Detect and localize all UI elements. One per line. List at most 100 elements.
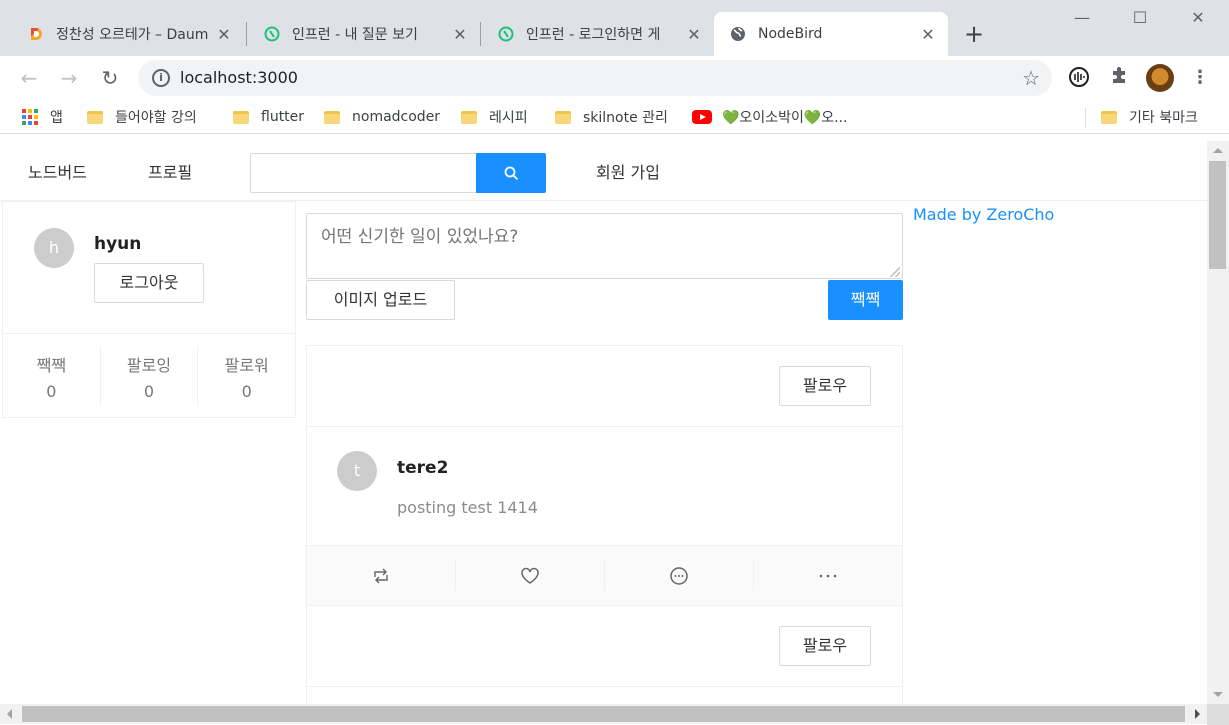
follow-button[interactable]: 팔로우 — [779, 366, 871, 406]
bookmark-other-folder[interactable]: 기타 북마크 — [1101, 107, 1198, 127]
inflearn-icon — [498, 26, 514, 42]
close-icon[interactable]: ✕ — [450, 25, 470, 44]
folder-icon — [1101, 110, 1117, 124]
tab-nodebird[interactable]: NodeBird ✕ — [714, 12, 948, 56]
more-button[interactable] — [754, 560, 902, 591]
folder-icon — [87, 110, 103, 124]
tab-title: 인프런 - 내 질문 보기 — [292, 27, 418, 43]
profile-avatar-icon[interactable] — [1146, 64, 1174, 92]
inflearn-icon — [264, 26, 280, 42]
bookmarks-bar: 앱 들어야할 강의 flutter nomadcoder 레시피 skilnot… — [0, 100, 1229, 134]
resize-grip-icon[interactable] — [890, 267, 900, 277]
scroll-down-arrow-icon[interactable] — [1213, 692, 1223, 697]
made-by-link[interactable]: Made by ZeroCho — [913, 205, 1054, 224]
bookmark-apps[interactable]: 앱 — [22, 107, 63, 127]
back-button[interactable]: ← — [17, 66, 41, 90]
post-actions — [307, 545, 902, 605]
forward-button[interactable]: → — [57, 66, 81, 90]
logout-button[interactable]: 로그아웃 — [94, 263, 204, 303]
ellipsis-icon — [819, 574, 837, 577]
stat-label: 팔로워 — [224, 356, 269, 375]
close-icon[interactable]: ✕ — [684, 25, 704, 44]
bookmark-label: 💚오이소박이💚오... — [722, 110, 848, 126]
vertical-scrollbar[interactable] — [1207, 141, 1229, 704]
bookmark-divider — [1085, 108, 1086, 128]
menu-home[interactable]: 노드버드 — [28, 159, 87, 183]
tab-title: 인프런 - 로그인하면 게 — [526, 27, 661, 43]
close-icon[interactable]: ✕ — [918, 25, 938, 44]
tab-strip: 정찬성 오르테가 – Daum ✕ 인프런 - 내 질문 보기 ✕ 인프런 - … — [0, 0, 1229, 56]
page-viewport: 노드버드 프로필 회원 가입 h hyun 로그아웃 짹짹 0 팔로잉 0 팔로… — [0, 141, 1207, 704]
bookmark-folder[interactable]: 들어야할 강의 — [87, 107, 197, 127]
stat-posts[interactable]: 짹짹 0 — [3, 346, 101, 406]
post-card: 팔로우 — [306, 605, 903, 704]
search-icon — [504, 166, 519, 181]
profile-stats: 짹짹 0 팔로잉 0 팔로워 0 — [3, 333, 295, 418]
retweet-icon — [374, 568, 388, 583]
avatar[interactable]: t — [337, 451, 377, 491]
minimize-button[interactable]: — — [1059, 8, 1105, 27]
follow-button[interactable]: 팔로우 — [779, 626, 871, 666]
url-text[interactable]: localhost:3000 — [180, 68, 298, 87]
bookmark-youtube[interactable]: 💚오이소박이💚오... — [692, 107, 848, 127]
stat-followers[interactable]: 팔로워 0 — [198, 346, 295, 406]
scroll-left-arrow-icon[interactable] — [7, 709, 12, 719]
post-content: posting test 1414 — [397, 498, 538, 517]
puzzle-icon[interactable] — [1107, 66, 1131, 90]
scroll-right-arrow-icon[interactable] — [1195, 709, 1200, 719]
maximize-button[interactable]: ☐ — [1117, 8, 1163, 27]
bookmark-folder[interactable]: skilnote 관리 — [555, 107, 668, 127]
apps-icon — [22, 109, 38, 125]
post-card: 팔로우 t tere2 posting test 1414 — [306, 345, 903, 606]
post-card-header: 팔로우 — [307, 606, 902, 687]
stat-followings[interactable]: 팔로잉 0 — [101, 346, 199, 406]
search-button[interactable] — [476, 153, 546, 193]
scrollbar-corner — [1207, 704, 1229, 725]
menu-signup[interactable]: 회원 가입 — [596, 159, 660, 183]
folder-icon — [461, 110, 477, 124]
user-profile-card: h hyun 로그아웃 짹짹 0 팔로잉 0 팔로워 0 — [2, 201, 296, 418]
tab-separator — [246, 22, 247, 46]
top-menu: 노드버드 프로필 회원 가입 — [0, 141, 1207, 201]
stat-label: 팔로잉 — [126, 356, 172, 375]
message-icon — [670, 566, 688, 585]
post-card-body: t tere2 posting test 1414 — [307, 427, 902, 545]
post-textarea[interactable] — [306, 213, 903, 279]
info-icon[interactable]: i — [152, 69, 170, 87]
bookmark-folder[interactable]: nomadcoder — [324, 107, 440, 127]
scroll-up-arrow-icon[interactable] — [1213, 148, 1223, 153]
heart-icon — [521, 567, 539, 584]
extension-audio-icon[interactable] — [1067, 66, 1091, 90]
close-window-button[interactable]: ✕ — [1175, 8, 1221, 27]
search-input[interactable] — [250, 153, 478, 193]
like-button[interactable] — [456, 560, 605, 591]
tab-title: 정찬성 오르테가 – Daum — [56, 27, 208, 43]
close-icon[interactable]: ✕ — [214, 25, 234, 44]
post-card-header: 팔로우 — [307, 346, 902, 427]
horizontal-scrollbar[interactable] — [0, 704, 1207, 724]
bookmark-label: skilnote 관리 — [583, 110, 668, 126]
bookmark-folder[interactable]: flutter — [233, 107, 304, 127]
bookmark-folder[interactable]: 레시피 — [461, 107, 528, 127]
comment-button[interactable] — [605, 560, 754, 591]
scrollbar-thumb[interactable] — [22, 706, 1185, 722]
tab-inflearn-login[interactable]: 인프런 - 로그인하면 게 ✕ — [482, 12, 714, 56]
bookmark-star-icon[interactable]: ☆ — [1022, 66, 1040, 90]
bookmark-label: 기타 북마크 — [1129, 110, 1198, 126]
folder-icon — [555, 110, 571, 124]
menu-profile[interactable]: 프로필 — [148, 159, 192, 183]
scrollbar-thumb[interactable] — [1209, 161, 1226, 269]
image-upload-button[interactable]: 이미지 업로드 — [306, 280, 455, 320]
address-bar[interactable]: i localhost:3000 ☆ — [138, 60, 1052, 96]
submit-post-button[interactable]: 짹짹 — [828, 280, 903, 320]
tab-separator — [480, 22, 481, 46]
new-tab-button[interactable]: + — [964, 20, 984, 48]
retweet-button[interactable] — [307, 560, 456, 591]
tab-title: NodeBird — [758, 26, 823, 42]
globe-icon — [731, 27, 745, 41]
reload-button[interactable]: ↻ — [98, 66, 122, 90]
menu-kebab-icon[interactable]: ⋮ — [1188, 66, 1212, 90]
browser-toolbar: ← → ↻ i localhost:3000 ☆ ⋮ — [0, 56, 1229, 100]
tab-daum[interactable]: 정찬성 오르테가 – Daum ✕ — [12, 12, 244, 56]
tab-inflearn-questions[interactable]: 인프런 - 내 질문 보기 ✕ — [248, 12, 480, 56]
